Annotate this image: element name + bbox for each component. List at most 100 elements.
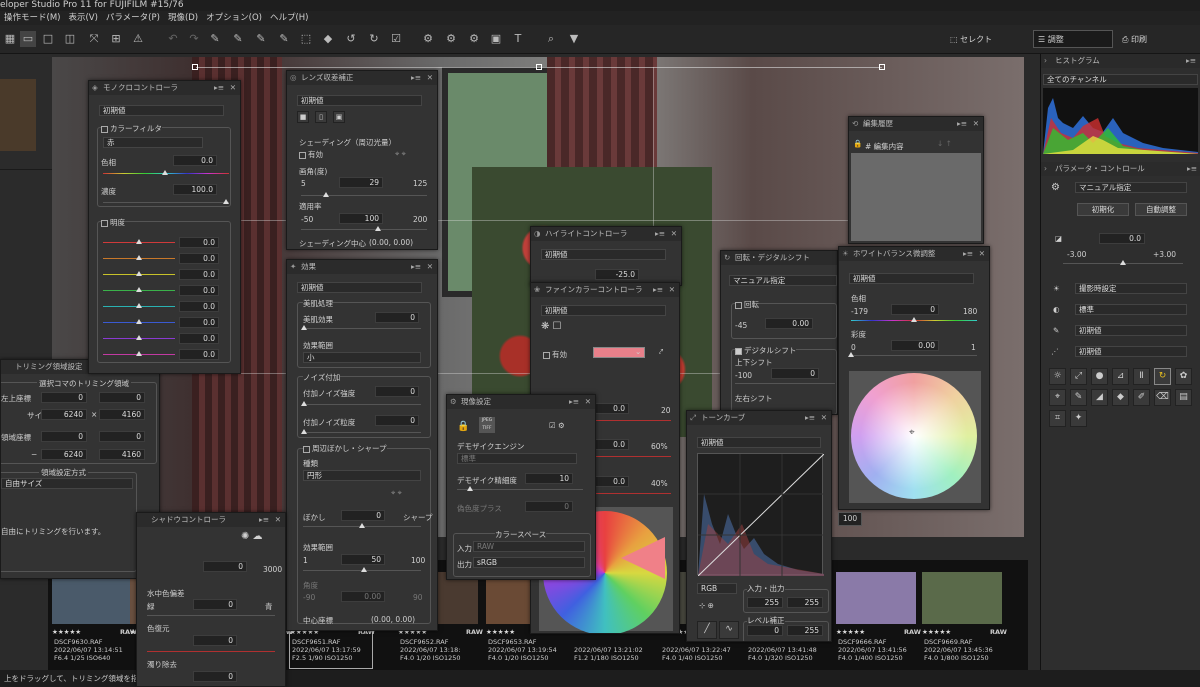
crop-tool-icon[interactable]: ⌗ — [1049, 410, 1066, 427]
pen-icon[interactable]: ✎ — [207, 31, 223, 47]
crop-handle-tl[interactable] — [192, 64, 198, 70]
monitor-icon[interactable]: ▣ — [488, 31, 504, 47]
brightness-value[interactable]: 0.0 — [179, 269, 219, 280]
angle-value[interactable]: 0.00 — [341, 591, 385, 602]
star-rating[interactable]: ★★★★★ — [836, 628, 865, 637]
auto-adjust-button[interactable]: 自動調整 — [1135, 203, 1187, 216]
lock-icon[interactable]: 🔒 — [457, 421, 469, 432]
menu-icon[interactable]: ▸≡ — [957, 117, 967, 131]
adjust-tool-icon[interactable]: ☼ — [1049, 368, 1066, 385]
brightness-knob[interactable] — [136, 319, 142, 324]
cube-icon[interactable]: ◆ — [320, 31, 336, 47]
area-x2-input[interactable]: 6240 — [41, 449, 87, 460]
blur-value[interactable]: 0 — [341, 510, 385, 521]
curve-input-value[interactable]: 255 — [747, 597, 783, 608]
close-icon[interactable]: ✕ — [230, 81, 236, 95]
lens-tab2-icon[interactable]: ▯ — [315, 111, 327, 123]
pen-tool-icon[interactable]: ✐ — [1133, 389, 1150, 406]
water-hue-value[interactable]: 0 — [193, 599, 237, 610]
menu-icon[interactable]: ▸≡ — [963, 247, 973, 261]
check-icon[interactable]: ☑ ⚙ — [549, 421, 565, 430]
pen4-icon[interactable]: ✎ — [276, 31, 292, 47]
curve-preset-select[interactable]: 初期値 — [697, 437, 821, 448]
density-knob[interactable] — [223, 199, 229, 204]
rate-value[interactable]: 100 — [339, 213, 383, 224]
rate-knob[interactable] — [375, 226, 381, 231]
dropper-tool-icon[interactable]: ✎ — [1070, 389, 1087, 406]
jpeg-tiff-icon[interactable]: JPEG TIFF — [479, 417, 495, 433]
exposure-knob[interactable] — [1120, 260, 1126, 265]
menu-icon[interactable]: ▸≡ — [259, 513, 269, 527]
brightness-value[interactable]: 0.0 — [179, 237, 219, 248]
smooth-curve-icon[interactable]: ∿ — [719, 621, 739, 639]
brush-tool-icon[interactable]: ◢ — [1091, 389, 1108, 406]
split-icon[interactable]: ⊞ — [108, 31, 124, 47]
sun-icon[interactable]: ✺ ☁ — [241, 531, 263, 542]
menu-icon[interactable]: ▸≡ — [411, 71, 421, 85]
blur-knob[interactable] — [359, 523, 365, 528]
color-restore-value[interactable]: 0 — [193, 635, 237, 646]
search-icon[interactable]: ⌕ — [543, 31, 559, 47]
highlight-preset-select[interactable]: 初期値 — [541, 249, 666, 260]
noise-grain-knob[interactable] — [301, 429, 307, 434]
curve-output-value[interactable]: 255 — [787, 597, 823, 608]
brightness-knob[interactable] — [136, 303, 142, 308]
undo-icon[interactable]: ↶ — [165, 31, 181, 47]
brightness-value[interactable]: 0.0 — [179, 285, 219, 296]
shadow-value[interactable]: 0 — [203, 561, 247, 572]
angle-slider[interactable] — [301, 195, 427, 196]
menu-icon[interactable]: ▸≡ — [569, 395, 579, 409]
ud-shift-value[interactable]: 0 — [771, 368, 819, 379]
eraser-tool-icon[interactable]: ⌫ — [1154, 389, 1171, 406]
lens-tab3-icon[interactable]: ▣ — [333, 111, 345, 123]
wb-sat-value[interactable]: 0.00 — [891, 340, 939, 351]
false-color-value[interactable]: 0 — [525, 501, 573, 512]
fish-tool-icon[interactable]: ◆ — [1112, 389, 1129, 406]
height-input[interactable]: 4160 — [99, 409, 145, 420]
type-select[interactable]: 円形 — [303, 470, 421, 481]
noise-strength-slider[interactable] — [303, 404, 421, 405]
curve-tool-icon[interactable]: ⤢ — [1070, 368, 1087, 385]
rate-slider[interactable] — [301, 229, 427, 230]
single-view-icon[interactable]: ▭ — [20, 31, 36, 47]
select-mode-button[interactable]: ⬚ セレクト — [950, 34, 992, 45]
menu-mode[interactable]: 操作モード(M) — [4, 11, 60, 25]
area-y-input[interactable]: 0 — [99, 431, 145, 442]
brightness-value[interactable]: 0.0 — [179, 317, 219, 328]
wb-crosshair-icon[interactable]: ⌖ — [909, 427, 915, 438]
finecolor-enable-checkbox[interactable]: 有効 — [543, 349, 567, 360]
star-rating[interactable]: ★★★★★ — [52, 628, 81, 637]
thumbnail[interactable]: ★★★★★ RAW DSCF9666.RAF 2022/06/07 13:41:56 F… — [836, 572, 921, 668]
fine-value-2[interactable]: 0.0 — [595, 439, 629, 450]
highlight-value[interactable]: -25.0 — [595, 269, 639, 280]
wb-hue-value[interactable]: 0 — [891, 304, 939, 315]
wb-select[interactable]: 撮影時設定 — [1075, 283, 1187, 294]
brightness-knob[interactable] — [136, 239, 142, 244]
skin-slider[interactable] — [303, 328, 421, 329]
brightness-knob[interactable] — [136, 351, 142, 356]
color-tool-icon[interactable]: ✿ — [1175, 368, 1192, 385]
linear-curve-icon[interactable]: ╱ — [697, 621, 717, 639]
close-icon[interactable]: ✕ — [585, 395, 591, 409]
density-slider[interactable] — [103, 202, 229, 203]
thumbnail[interactable]: ★★★★★ RAW DSCF9630.RAF 2022/06/07 13:14:51 F… — [52, 572, 137, 668]
curve-channel-select[interactable]: RGB — [697, 583, 737, 594]
noise-grain-slider[interactable] — [303, 432, 421, 433]
wb-wheel-area[interactable]: ⌖ — [849, 371, 981, 503]
pen2-icon[interactable]: ✎ — [230, 31, 246, 47]
wb-sat-knob[interactable] — [848, 352, 854, 357]
levels-tool-icon[interactable]: ⊿ — [1112, 368, 1129, 385]
history-arrows-icon[interactable]: ↓ ↑ — [937, 139, 952, 148]
curve-point-icon[interactable]: ⊹ ⊕ — [699, 601, 714, 610]
text-tool-icon[interactable]: Ⅱ — [1133, 368, 1150, 385]
demosaic-select[interactable]: 標準 — [457, 453, 577, 464]
noise-grain-value[interactable]: 0 — [375, 415, 419, 426]
angle-value[interactable]: 29 — [339, 177, 383, 188]
blur-checkbox[interactable]: 周辺ぼかし・シャープ — [303, 443, 387, 454]
crop-handle-tr[interactable] — [879, 64, 885, 70]
menu-params[interactable]: パラメータ(P) — [106, 11, 160, 25]
tool2-icon[interactable]: ⚙ — [443, 31, 459, 47]
rotate-right-icon[interactable]: ↻ — [366, 31, 382, 47]
close-icon[interactable]: ✕ — [671, 227, 677, 241]
brightness-value[interactable]: 0.0 — [179, 349, 219, 360]
